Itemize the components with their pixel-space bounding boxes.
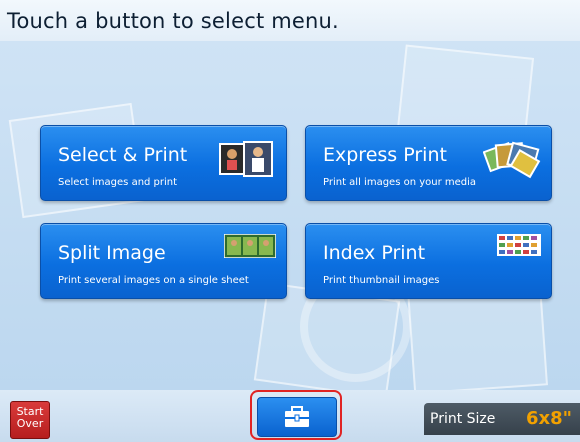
button-title: Select & Print <box>58 144 188 166</box>
button-subtitle: Print several images on a single sheet <box>58 275 249 286</box>
toolbox-icon <box>285 406 309 427</box>
button-subtitle: Select images and print <box>58 177 178 188</box>
split-photo-icon <box>224 234 276 258</box>
instruction-text: Touch a button to select menu. <box>7 9 339 33</box>
split-image-button[interactable]: Split Image Print several images on a si… <box>40 223 287 299</box>
header-bar: Touch a button to select menu. <box>0 0 580 42</box>
print-size-indicator: Print Size 6x8" <box>424 403 580 435</box>
photo-stack-icon <box>219 141 273 177</box>
footer-bar: Start Over Print Size 6x8" <box>0 390 580 442</box>
button-subtitle: Print thumbnail images <box>323 275 440 286</box>
button-subtitle: Print all images on your media <box>323 177 477 188</box>
thumbnail-grid-icon <box>497 234 541 256</box>
select-and-print-button[interactable]: Select & Print Select images and print <box>40 125 287 201</box>
start-over-label-line2: Over <box>16 417 44 430</box>
start-over-label-line1: Start <box>16 405 44 418</box>
photo-fan-icon <box>483 141 541 179</box>
menu-area <box>0 41 580 390</box>
tools-button[interactable] <box>257 397 337 437</box>
button-title: Express Print <box>323 144 447 166</box>
index-print-button[interactable]: Index Print Print thumbnail images <box>305 223 552 299</box>
button-title: Index Print <box>323 242 426 264</box>
button-title: Split Image <box>58 242 166 264</box>
express-print-button[interactable]: Express Print Print all images on your m… <box>305 125 552 201</box>
start-over-button[interactable]: Start Over <box>10 401 50 439</box>
print-size-label: Print Size <box>430 411 496 427</box>
print-size-value: 6x8" <box>525 408 572 429</box>
